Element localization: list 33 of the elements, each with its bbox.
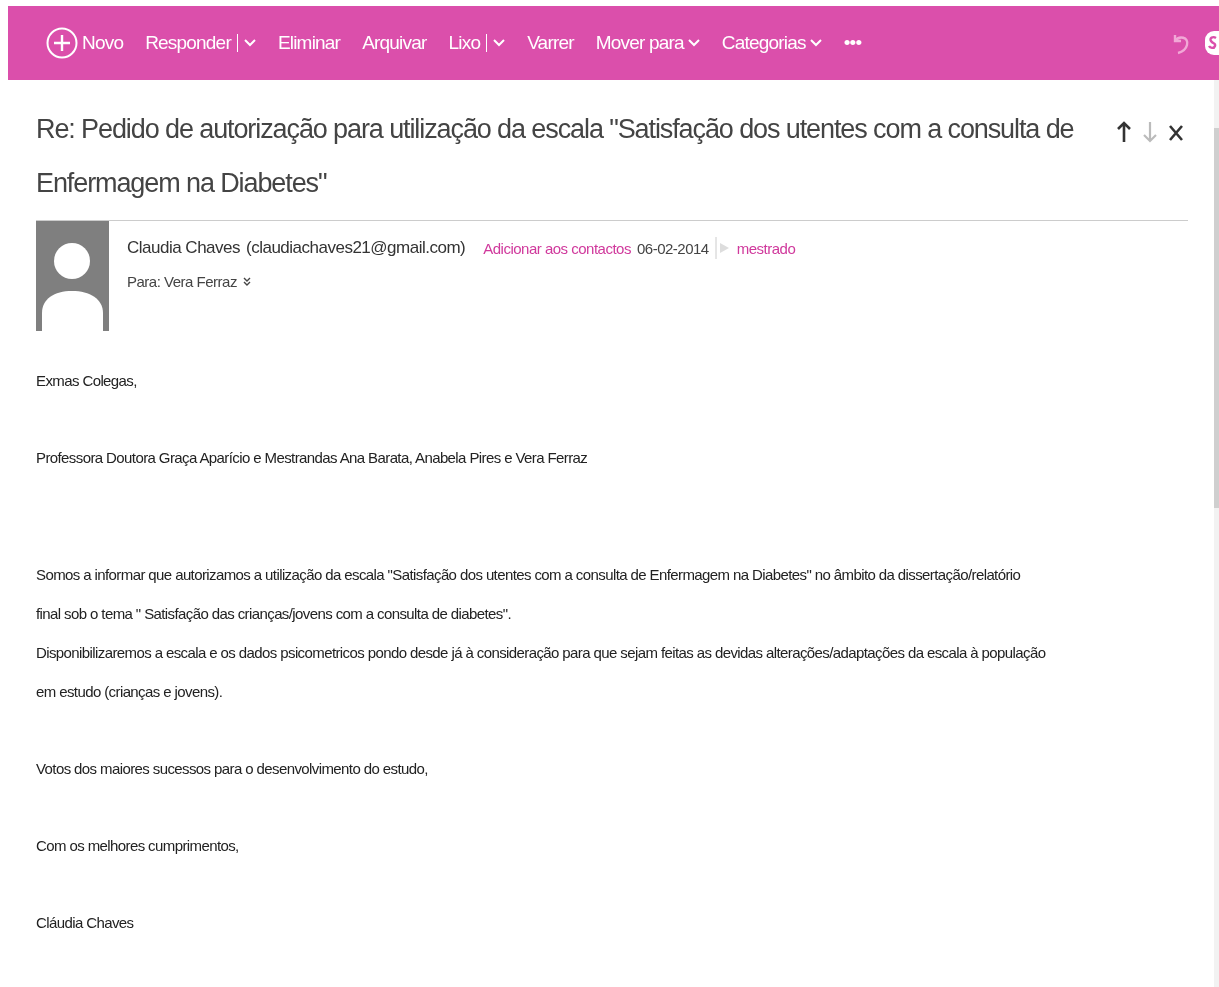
message-date: 06-02-2014 (636, 239, 709, 257)
body-paragraph: Cláudia Chaves (36, 913, 135, 933)
toolbar-button[interactable]: Eliminar (277, 32, 341, 54)
toolbar-button[interactable]: Lixo (448, 32, 506, 54)
body-paragraph: Disponibilizaremos a escala e os dados psicometricos pondo desde já à consideração para que sejam feitas as devidas alterações/adaptações da escala à população em estudo (crianças e jovens). (36, 643, 1046, 702)
chevron-down-icon (809, 39, 822, 47)
message-subject: Re: Pedido de autorização para utilização da escala "Satisfação dos utentes com a consulta de Enfermagem na Diabetes" (36, 113, 1075, 200)
arrow-up-icon[interactable] (1116, 120, 1132, 144)
arrow-down-icon[interactable] (1142, 120, 1158, 144)
chevron-down-icon (687, 39, 700, 47)
toolbar-button[interactable]: Responder (145, 32, 256, 54)
body-paragraph: Exmas Colegas, (36, 371, 138, 391)
toolbar-button[interactable]: Arquivar (362, 32, 427, 54)
add-contact-link[interactable]: Adicionar aos contactos (483, 239, 631, 257)
toolbar-button[interactable]: ••• (843, 32, 862, 54)
chevron-down-icon (493, 39, 506, 47)
new-button[interactable]: Novo (46, 27, 124, 59)
toolbar-button[interactable]: Varrer (527, 32, 574, 54)
expand-icon[interactable] (242, 276, 251, 287)
category-tag[interactable]: mestrado (736, 239, 796, 257)
chevron-down-icon (243, 39, 256, 47)
body-paragraph: Professora Doutora Graça Aparício e Mestrandas Ana Barata, Anabela Pires e Vera Ferraz (36, 448, 589, 468)
toolbar-button[interactable]: Mover para (595, 32, 700, 54)
body-paragraph: Somos a informar que autorizamos a utilização da escala "Satisfação dos utentes com a consulta de Enfermagem na Diabetes" no âmbito da dissertação/relatório final sob o tema " Satisfação das crianças/jovens com a consulta de diabetes". (36, 565, 1022, 624)
body-paragraph: Com os melhores cumprimentos, (36, 836, 240, 856)
toolbar-button[interactable]: Categorias (721, 32, 822, 54)
sender-name: Claudia Chaves (127, 238, 240, 258)
body-paragraph: Votos dos maiores sucessos para o desenvolvimento do estudo, (36, 759, 429, 779)
sender-email: (claudiachaves21@gmail.com) (246, 238, 466, 258)
plus-circle-icon (46, 27, 78, 59)
recipient-label: Para: Vera Ferraz (127, 273, 237, 290)
scrollbar[interactable] (1214, 80, 1219, 987)
chat-icon[interactable] (1205, 28, 1219, 58)
